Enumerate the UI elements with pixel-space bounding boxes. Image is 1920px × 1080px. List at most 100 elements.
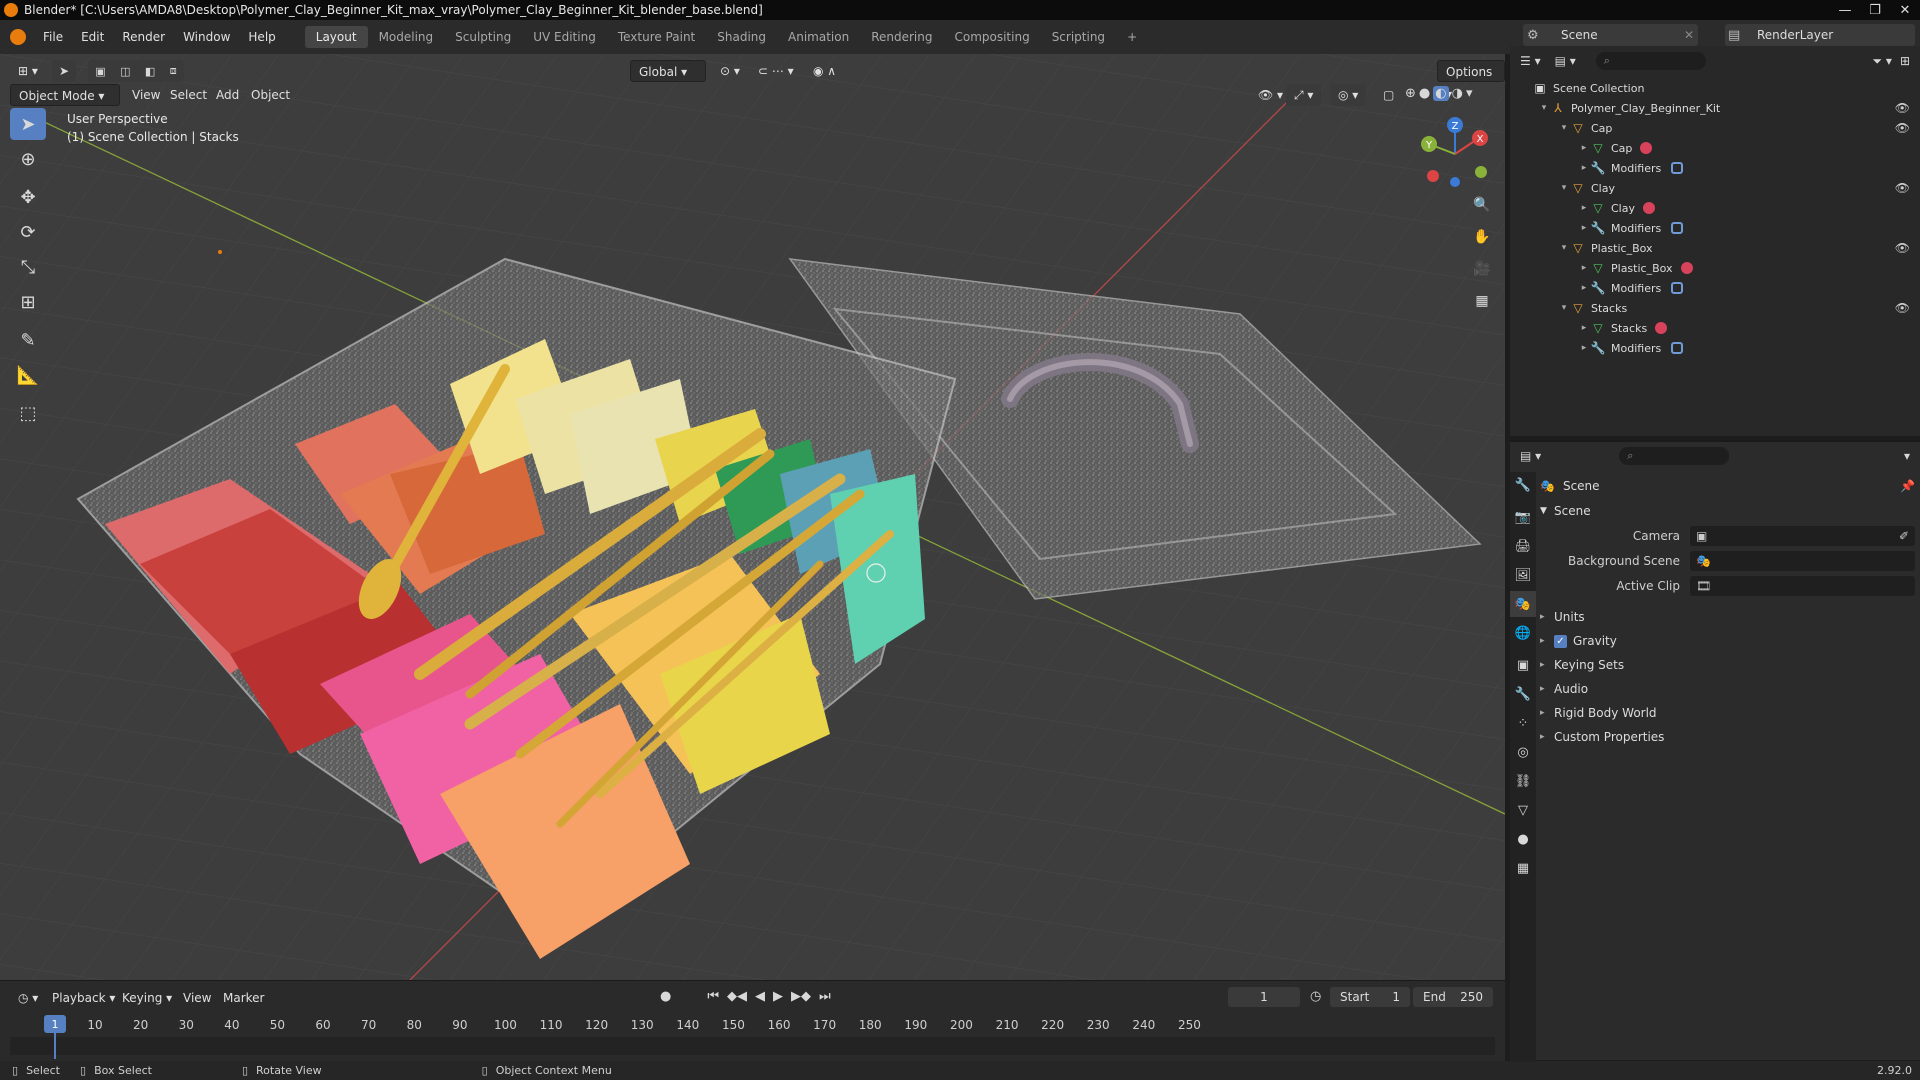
frame-ruler[interactable]: 1102030405060708090100110120130140150160… xyxy=(10,1015,1495,1035)
subpanel-audio[interactable]: ▸ Audio xyxy=(1540,678,1915,700)
modifier-tab-icon[interactable]: 🔧 xyxy=(1510,681,1536,707)
scene-selector[interactable]: Scene xyxy=(1523,24,1698,46)
outliner-row[interactable]: ▸ ▽ Plastic_Box xyxy=(1510,258,1920,278)
collapse-arrow-icon[interactable]: ▾ xyxy=(1558,123,1570,133)
camera-field[interactable]: ▣ ✐ xyxy=(1690,526,1915,546)
tool-tab-icon[interactable]: 🔧 xyxy=(1510,472,1536,498)
menu-file[interactable]: File xyxy=(34,26,72,48)
proportional-edit-icon[interactable]: ◉ ∧ xyxy=(805,60,844,82)
prev-keyframe-icon[interactable]: ◆◀ xyxy=(727,989,747,1004)
material-tab-icon[interactable]: ● xyxy=(1510,826,1536,852)
menu-edit[interactable]: Edit xyxy=(72,26,113,48)
mode-dropdown[interactable]: Object Mode ▾ xyxy=(10,84,120,106)
rotate-tool-icon[interactable]: ⟳ xyxy=(10,216,46,248)
visibility-eye-icon[interactable]: 👁 xyxy=(1895,181,1910,195)
playhead[interactable]: 1 xyxy=(44,1015,66,1033)
outliner-row[interactable]: ▸ 🔧 Modifiers xyxy=(1510,338,1920,358)
extend-selection-icon[interactable]: ◫ xyxy=(120,65,130,78)
menu-render[interactable]: Render xyxy=(113,26,174,48)
close-button[interactable]: ✕ xyxy=(1890,0,1920,20)
camera-view-icon[interactable]: 🎥 xyxy=(1468,255,1496,283)
timeline-editor-type-icon[interactable]: ◷ ▾ xyxy=(10,987,46,1009)
gizmo-neg-x-icon[interactable] xyxy=(1427,170,1439,182)
add-menu[interactable]: Add xyxy=(208,84,247,106)
pan-hand-icon[interactable]: ✋ xyxy=(1468,223,1496,251)
overlay-toggle-icon[interactable]: ◎ ▾ xyxy=(1330,84,1367,106)
particles-tab-icon[interactable]: ⁘ xyxy=(1510,710,1536,736)
view-layer-tab-icon[interactable]: 🖼 xyxy=(1510,562,1536,588)
visibility-eye-icon[interactable]: 👁 xyxy=(1895,121,1910,135)
tab-uv-editing[interactable]: UV Editing xyxy=(522,26,607,48)
tab-compositing[interactable]: Compositing xyxy=(943,26,1040,48)
data-tab-icon[interactable]: ▽ xyxy=(1510,797,1536,823)
outliner-row[interactable]: ▾ ▽ Cap 👁 xyxy=(1510,118,1920,138)
gravity-checkbox[interactable]: ✓ xyxy=(1554,634,1567,648)
solid-shading-icon[interactable]: ● xyxy=(1419,86,1430,101)
viewport-scene[interactable] xyxy=(0,54,1505,980)
tab-scripting[interactable]: Scripting xyxy=(1041,26,1116,48)
material-shading-icon[interactable]: ◐ xyxy=(1433,86,1449,101)
minimize-button[interactable]: — xyxy=(1830,0,1860,20)
expand-arrow-icon[interactable]: ▸ xyxy=(1578,163,1590,173)
play-icon[interactable]: ▶ xyxy=(773,989,783,1004)
properties-options-icon[interactable]: ▾ xyxy=(1904,449,1910,463)
outliner-editor-type-icon[interactable]: ☰ ▾ xyxy=(1520,54,1541,68)
expand-arrow-icon[interactable]: ▸ xyxy=(1578,343,1590,353)
constraints-tab-icon[interactable]: ⛓ xyxy=(1510,768,1536,794)
tab-rendering[interactable]: Rendering xyxy=(860,26,943,48)
measure-tool-icon[interactable]: 📐 xyxy=(10,359,46,391)
new-collection-icon[interactable]: ⊞ xyxy=(1900,54,1910,68)
scene-tab-icon[interactable]: 🎭 xyxy=(1510,591,1536,617)
outliner-row[interactable]: ▸ ▽ Stacks xyxy=(1510,318,1920,338)
properties-search-input[interactable]: ⌕ xyxy=(1619,447,1730,465)
visibility-eye-icon[interactable]: 👁 xyxy=(1895,101,1910,115)
scene-close-icon[interactable]: ✕ xyxy=(1684,28,1694,42)
wireframe-shading-icon[interactable]: ⊕ xyxy=(1405,86,1416,101)
3d-viewport[interactable]: ⊞ ▾ ➤ ▣ ◫ ◧ ⧈ Global ▾ ⊙ ▾ ⊂ ⋯ ▾ ◉ ∧ Option… xyxy=(0,54,1505,980)
subpanel-rigid-body-world[interactable]: ▸ Rigid Body World xyxy=(1540,702,1915,724)
snap-icon[interactable]: ⊂ ⋯ ▾ xyxy=(750,60,802,82)
object-tab-icon[interactable]: ▣ xyxy=(1510,652,1536,678)
output-tab-icon[interactable]: 🖨 xyxy=(1510,533,1536,559)
outliner-row[interactable]: ▾ ▽ Plastic_Box 👁 xyxy=(1510,238,1920,258)
cursor-tool-icon[interactable]: ⊕ xyxy=(10,143,46,175)
active-clip-field[interactable]: 🎞 xyxy=(1690,576,1915,596)
visibility-eye-icon[interactable]: 👁 xyxy=(1895,241,1910,255)
options-dropdown[interactable]: Options ▾ xyxy=(1437,60,1505,101)
playback-menu[interactable]: Playback ▾ xyxy=(44,987,123,1009)
navigation-gizmo[interactable]: Z X Y xyxy=(1415,114,1495,194)
outliner-row[interactable]: ▸ ▽ Cap xyxy=(1510,138,1920,158)
add-workspace-button[interactable]: + xyxy=(1116,26,1148,48)
gizmo-neg-z-icon[interactable] xyxy=(1450,177,1460,187)
background-scene-field[interactable]: 🎭 xyxy=(1690,551,1915,571)
zoom-icon[interactable]: 🔍 xyxy=(1468,191,1496,219)
tab-layout[interactable]: Layout xyxy=(304,26,368,48)
blender-menu-icon[interactable] xyxy=(10,29,26,45)
subpanel-gravity[interactable]: ▸ ✓ Gravity xyxy=(1540,630,1915,652)
set-selection-icon[interactable]: ▣ xyxy=(95,65,105,78)
render-tab-icon[interactable]: 📷 xyxy=(1510,504,1536,530)
tab-shading[interactable]: Shading xyxy=(706,26,777,48)
expand-arrow-icon[interactable]: ▸ xyxy=(1578,223,1590,233)
timeline-track[interactable] xyxy=(10,1037,1495,1055)
scale-tool-icon[interactable]: ⤡ xyxy=(10,251,46,283)
selection-mode-buttons[interactable]: ▣ ◫ ◧ ⧈ xyxy=(88,60,184,82)
gizmo-neg-y-icon[interactable] xyxy=(1475,166,1487,178)
collapse-arrow-icon[interactable]: ▾ xyxy=(1558,183,1570,193)
maximize-button[interactable]: ❐ xyxy=(1860,0,1890,20)
record-icon[interactable]: ● xyxy=(660,989,671,1004)
expand-arrow-icon[interactable]: ▸ xyxy=(1578,283,1590,293)
pivot-icon[interactable]: ⊙ ▾ xyxy=(712,60,748,82)
texture-tab-icon[interactable]: ▦ xyxy=(1510,855,1536,881)
select-box-tool-icon[interactable]: ➤ xyxy=(10,108,46,140)
annotate-tool-icon[interactable]: ✎ xyxy=(10,324,46,356)
shading-modes[interactable]: ⊕ ● ◐ ◑ ▾ xyxy=(1405,86,1472,101)
outliner-row[interactable]: ▸ 🔧 Modifiers xyxy=(1510,158,1920,178)
visibility-icon[interactable]: 👁 ▾ xyxy=(1250,84,1291,106)
properties-editor-type-icon[interactable]: ▤ ▾ xyxy=(1520,449,1541,463)
visibility-eye-icon[interactable]: 👁 xyxy=(1895,301,1910,315)
tab-sculpting[interactable]: Sculpting xyxy=(444,26,522,48)
play-reverse-icon[interactable]: ◀ xyxy=(755,989,765,1004)
add-cube-tool-icon[interactable]: ⬚ xyxy=(10,397,46,429)
subpanel-custom-properties[interactable]: ▸ Custom Properties xyxy=(1540,726,1915,748)
